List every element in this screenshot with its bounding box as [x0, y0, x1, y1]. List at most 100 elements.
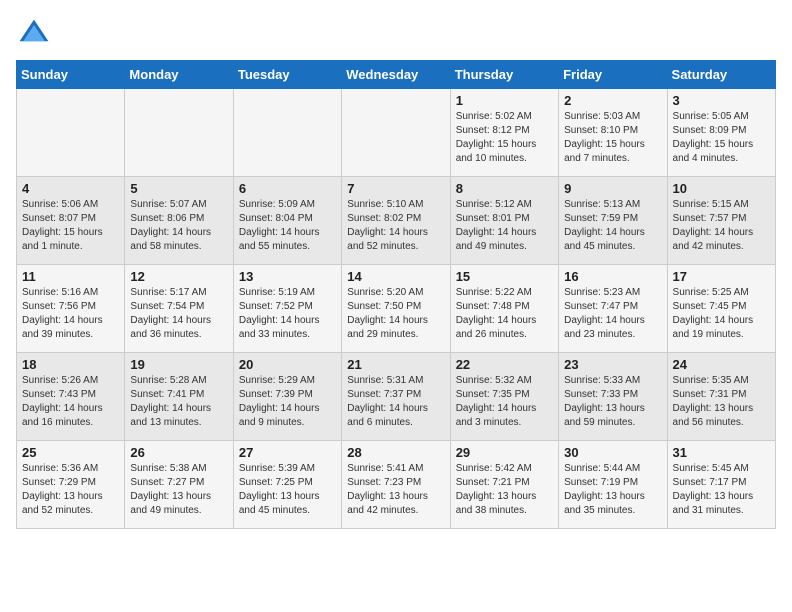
day-info: Sunrise: 5:02 AM Sunset: 8:12 PM Dayligh…: [456, 110, 553, 166]
day-number: 30: [564, 445, 661, 460]
calendar-cell: 11 Sunrise: 5:16 AM Sunset: 7:56 PM Dayli…: [17, 265, 125, 353]
day-info: Sunrise: 5:22 AM Sunset: 7:48 PM Dayligh…: [456, 286, 553, 342]
day-number: 19: [130, 357, 227, 372]
calendar-cell: [17, 89, 125, 177]
day-info: Sunrise: 5:13 AM Sunset: 7:59 PM Dayligh…: [564, 198, 661, 254]
calendar-cell: 21 Sunrise: 5:31 AM Sunset: 7:37 PM Dayli…: [342, 353, 450, 441]
day-info: Sunrise: 5:17 AM Sunset: 7:54 PM Dayligh…: [130, 286, 227, 342]
calendar-cell: 8 Sunrise: 5:12 AM Sunset: 8:01 PM Daylig…: [450, 177, 558, 265]
day-number: 23: [564, 357, 661, 372]
calendar-cell: 18Sunrise: 5:26 AM Sunset: 7:43 PM Dayli…: [17, 353, 125, 441]
day-number: 12: [130, 269, 227, 284]
day-info: Sunrise: 5:44 AM Sunset: 7:19 PM Dayligh…: [564, 462, 661, 518]
day-info: Sunrise: 5:19 AM Sunset: 7:52 PM Dayligh…: [239, 286, 336, 342]
day-info: Sunrise: 5:31 AM Sunset: 7:37 PM Dayligh…: [347, 374, 444, 430]
weekday-header: Thursday: [450, 61, 558, 89]
day-info: Sunrise: 5:09 AM Sunset: 8:04 PM Dayligh…: [239, 198, 336, 254]
calendar-week-row: 18Sunrise: 5:26 AM Sunset: 7:43 PM Dayli…: [17, 353, 776, 441]
day-number: 26: [130, 445, 227, 460]
calendar-cell: 2 Sunrise: 5:03 AM Sunset: 8:10 PM Daylig…: [559, 89, 667, 177]
day-number: 2: [564, 93, 661, 108]
day-info: Sunrise: 5:25 AM Sunset: 7:45 PM Dayligh…: [673, 286, 770, 342]
day-info: Sunrise: 5:45 AM Sunset: 7:17 PM Dayligh…: [673, 462, 770, 518]
calendar-cell: [342, 89, 450, 177]
day-number: 14: [347, 269, 444, 284]
calendar-cell: 7 Sunrise: 5:10 AM Sunset: 8:02 PM Daylig…: [342, 177, 450, 265]
calendar-cell: 3Sunrise: 5:05 AM Sunset: 8:09 PM Daylig…: [667, 89, 775, 177]
calendar-cell: 22 Sunrise: 5:32 AM Sunset: 7:35 PM Dayli…: [450, 353, 558, 441]
day-number: 27: [239, 445, 336, 460]
weekday-header: Friday: [559, 61, 667, 89]
day-info: Sunrise: 5:42 AM Sunset: 7:21 PM Dayligh…: [456, 462, 553, 518]
day-number: 22: [456, 357, 553, 372]
day-info: Sunrise: 5:35 AM Sunset: 7:31 PM Dayligh…: [673, 374, 770, 430]
calendar-table: SundayMondayTuesdayWednesdayThursdayFrid…: [16, 60, 776, 529]
day-number: 21: [347, 357, 444, 372]
calendar-cell: 4Sunrise: 5:06 AM Sunset: 8:07 PM Daylig…: [17, 177, 125, 265]
calendar-cell: 15 Sunrise: 5:22 AM Sunset: 7:48 PM Dayli…: [450, 265, 558, 353]
day-info: Sunrise: 5:33 AM Sunset: 7:33 PM Dayligh…: [564, 374, 661, 430]
weekday-header: Saturday: [667, 61, 775, 89]
day-number: 13: [239, 269, 336, 284]
day-number: 6: [239, 181, 336, 196]
day-number: 5: [130, 181, 227, 196]
day-info: Sunrise: 5:05 AM Sunset: 8:09 PM Dayligh…: [673, 110, 770, 166]
day-number: 1: [456, 93, 553, 108]
day-info: Sunrise: 5:16 AM Sunset: 7:56 PM Dayligh…: [22, 286, 119, 342]
weekday-header: Tuesday: [233, 61, 341, 89]
day-info: Sunrise: 5:23 AM Sunset: 7:47 PM Dayligh…: [564, 286, 661, 342]
weekday-header: Sunday: [17, 61, 125, 89]
day-info: Sunrise: 5:10 AM Sunset: 8:02 PM Dayligh…: [347, 198, 444, 254]
calendar-cell: 16 Sunrise: 5:23 AM Sunset: 7:47 PM Dayli…: [559, 265, 667, 353]
calendar-week-row: 11 Sunrise: 5:16 AM Sunset: 7:56 PM Dayli…: [17, 265, 776, 353]
day-info: Sunrise: 5:29 AM Sunset: 7:39 PM Dayligh…: [239, 374, 336, 430]
calendar-cell: 19 Sunrise: 5:28 AM Sunset: 7:41 PM Dayli…: [125, 353, 233, 441]
day-info: Sunrise: 5:20 AM Sunset: 7:50 PM Dayligh…: [347, 286, 444, 342]
day-info: Sunrise: 5:15 AM Sunset: 7:57 PM Dayligh…: [673, 198, 770, 254]
calendar-cell: 20Sunrise: 5:29 AM Sunset: 7:39 PM Dayli…: [233, 353, 341, 441]
calendar-cell: 29Sunrise: 5:42 AM Sunset: 7:21 PM Dayli…: [450, 441, 558, 529]
page-header: [16, 16, 776, 52]
calendar-cell: 30 Sunrise: 5:44 AM Sunset: 7:19 PM Dayli…: [559, 441, 667, 529]
logo-icon: [16, 16, 52, 52]
day-number: 25: [22, 445, 119, 460]
day-info: Sunrise: 5:28 AM Sunset: 7:41 PM Dayligh…: [130, 374, 227, 430]
day-number: 8: [456, 181, 553, 196]
day-number: 11: [22, 269, 119, 284]
day-number: 24: [673, 357, 770, 372]
calendar-cell: 27Sunrise: 5:39 AM Sunset: 7:25 PM Dayli…: [233, 441, 341, 529]
calendar-cell: 24 Sunrise: 5:35 AM Sunset: 7:31 PM Dayli…: [667, 353, 775, 441]
day-number: 31: [673, 445, 770, 460]
weekday-header-row: SundayMondayTuesdayWednesdayThursdayFrid…: [17, 61, 776, 89]
day-info: Sunrise: 5:36 AM Sunset: 7:29 PM Dayligh…: [22, 462, 119, 518]
day-number: 4: [22, 181, 119, 196]
day-number: 28: [347, 445, 444, 460]
calendar-cell: 26Sunrise: 5:38 AM Sunset: 7:27 PM Dayli…: [125, 441, 233, 529]
day-info: Sunrise: 5:03 AM Sunset: 8:10 PM Dayligh…: [564, 110, 661, 166]
day-number: 7: [347, 181, 444, 196]
calendar-cell: 6 Sunrise: 5:09 AM Sunset: 8:04 PM Daylig…: [233, 177, 341, 265]
calendar-cell: 13 Sunrise: 5:19 AM Sunset: 7:52 PM Dayli…: [233, 265, 341, 353]
day-info: Sunrise: 5:41 AM Sunset: 7:23 PM Dayligh…: [347, 462, 444, 518]
day-info: Sunrise: 5:12 AM Sunset: 8:01 PM Dayligh…: [456, 198, 553, 254]
calendar-cell: 5 Sunrise: 5:07 AM Sunset: 8:06 PM Daylig…: [125, 177, 233, 265]
calendar-cell: 9Sunrise: 5:13 AM Sunset: 7:59 PM Daylig…: [559, 177, 667, 265]
weekday-header: Monday: [125, 61, 233, 89]
calendar-cell: 23 Sunrise: 5:33 AM Sunset: 7:33 PM Dayli…: [559, 353, 667, 441]
calendar-cell: 31 Sunrise: 5:45 AM Sunset: 7:17 PM Dayli…: [667, 441, 775, 529]
day-info: Sunrise: 5:32 AM Sunset: 7:35 PM Dayligh…: [456, 374, 553, 430]
calendar-cell: [125, 89, 233, 177]
calendar-cell: 25 Sunrise: 5:36 AM Sunset: 7:29 PM Dayli…: [17, 441, 125, 529]
calendar-week-row: 4Sunrise: 5:06 AM Sunset: 8:07 PM Daylig…: [17, 177, 776, 265]
weekday-header: Wednesday: [342, 61, 450, 89]
calendar-cell: [233, 89, 341, 177]
calendar-cell: 12 Sunrise: 5:17 AM Sunset: 7:54 PM Dayli…: [125, 265, 233, 353]
day-number: 16: [564, 269, 661, 284]
calendar-cell: 28 Sunrise: 5:41 AM Sunset: 7:23 PM Dayli…: [342, 441, 450, 529]
day-number: 18: [22, 357, 119, 372]
day-number: 15: [456, 269, 553, 284]
calendar-cell: 17Sunrise: 5:25 AM Sunset: 7:45 PM Dayli…: [667, 265, 775, 353]
day-info: Sunrise: 5:07 AM Sunset: 8:06 PM Dayligh…: [130, 198, 227, 254]
calendar-cell: 1 Sunrise: 5:02 AM Sunset: 8:12 PM Daylig…: [450, 89, 558, 177]
calendar-cell: 10Sunrise: 5:15 AM Sunset: 7:57 PM Dayli…: [667, 177, 775, 265]
